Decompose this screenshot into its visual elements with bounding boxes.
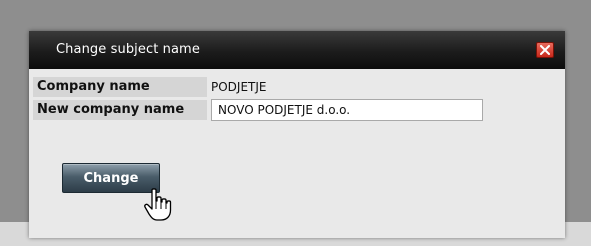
new-company-name-label: New company name [33, 100, 207, 120]
close-icon [540, 45, 550, 55]
close-button[interactable] [536, 42, 554, 58]
hand-pointer-icon [144, 188, 172, 221]
change-subject-name-dialog: Change subject name [29, 31, 565, 238]
company-name-label: Company name [33, 77, 207, 97]
new-company-name-input[interactable] [211, 99, 483, 121]
dialog-title: Change subject name [56, 42, 200, 57]
company-name-value: PODJETJE d.o.o. [211, 80, 267, 114]
dialog-titlebar: Change subject name [29, 31, 565, 69]
